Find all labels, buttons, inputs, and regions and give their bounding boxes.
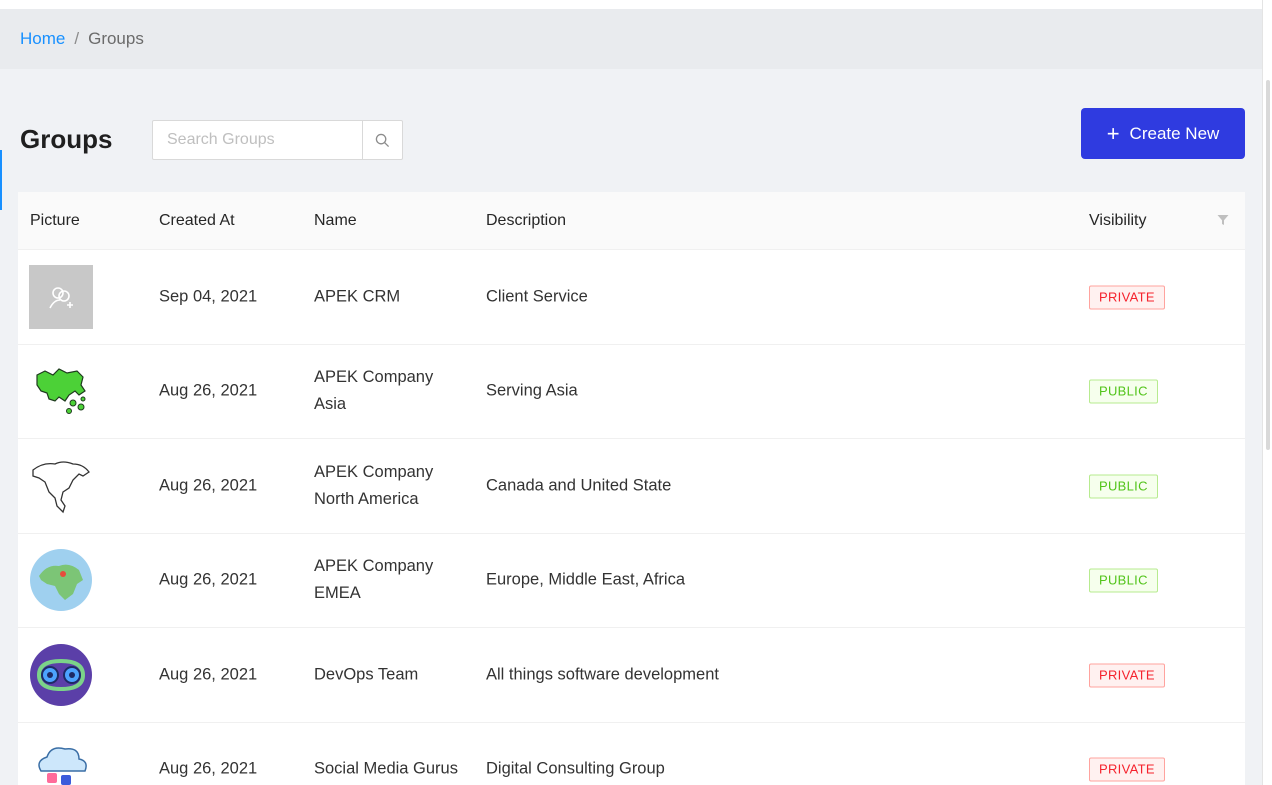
group-picture [29, 264, 93, 329]
breadcrumb-separator: / [74, 29, 80, 48]
group-picture [29, 737, 93, 785]
column-picture: Picture [30, 212, 80, 229]
scrollbar-thumb[interactable] [1266, 80, 1270, 450]
breadcrumb-home-link[interactable]: Home [20, 29, 65, 49]
group-picture [29, 643, 93, 707]
group-name: Social Media Gurus [314, 759, 458, 778]
social-cloud-image [38, 747, 87, 785]
emea-globe-image [30, 549, 92, 612]
group-description: Canada and United State [486, 476, 672, 495]
breadcrumb-current: Groups [88, 29, 144, 48]
north-america-map-image [32, 461, 90, 513]
top-strip [0, 0, 1272, 9]
default-group-icon [29, 264, 93, 329]
search-box [152, 120, 403, 160]
group-name: APEK Company EMEA [314, 557, 434, 603]
visibility-cell: PUBLIC [1089, 378, 1158, 405]
created-at: Aug 26, 2021 [159, 476, 258, 495]
page-scrollbar[interactable] [1262, 0, 1272, 785]
devops-gears-image [30, 643, 92, 706]
column-created-at[interactable]: Created At [159, 212, 235, 230]
breadcrumb: Home / Groups [0, 9, 1262, 69]
table-row[interactable]: Aug 26, 2021 APEK Company North America … [18, 439, 1245, 534]
created-at: Aug 26, 2021 [159, 570, 258, 589]
visibility-cell: PRIVATE [1089, 661, 1165, 688]
visibility-badge: PRIVATE [1089, 757, 1165, 782]
created-at: Aug 26, 2021 [159, 759, 258, 778]
group-picture [29, 548, 93, 612]
group-picture [29, 454, 93, 518]
visibility-badge: PRIVATE [1089, 285, 1165, 310]
table-row[interactable]: Aug 26, 2021 APEK Company EMEA Europe, M… [18, 534, 1245, 628]
page-title: Groups [20, 124, 113, 154]
column-visibility: Visibility [1089, 212, 1147, 229]
group-description: Client Service [486, 287, 588, 306]
active-indicator [0, 150, 2, 210]
visibility-badge: PRIVATE [1089, 663, 1165, 688]
plus-icon: + [1106, 120, 1120, 146]
visibility-cell: PRIVATE [1089, 283, 1165, 310]
filter-icon[interactable] [1217, 214, 1229, 226]
group-name: APEK CRM [314, 287, 401, 306]
create-new-button[interactable]: + Create New [1081, 108, 1245, 159]
search-input[interactable] [153, 121, 362, 159]
table-row[interactable]: Aug 26, 2021 Social Media Gurus Digital … [18, 723, 1245, 785]
visibility-cell: PUBLIC [1089, 472, 1158, 499]
visibility-badge: PUBLIC [1089, 568, 1158, 593]
create-new-label: Create New [1129, 123, 1220, 143]
group-picture [29, 359, 93, 423]
search-icon [375, 133, 390, 147]
group-description: Digital Consulting Group [486, 759, 665, 778]
visibility-cell: PUBLIC [1089, 567, 1158, 594]
table-row[interactable]: Sep 04, 2021 APEK CRM Client Service PRI… [18, 250, 1245, 345]
visibility-cell: PRIVATE [1089, 756, 1165, 783]
group-description: Europe, Middle East, Africa [486, 570, 686, 589]
group-description: Serving Asia [486, 381, 578, 400]
table-row[interactable]: Aug 26, 2021 DevOps Team All things soft… [18, 628, 1245, 723]
visibility-badge: PUBLIC [1089, 474, 1158, 499]
search-button[interactable] [362, 121, 402, 159]
visibility-badge: PUBLIC [1089, 379, 1158, 404]
created-at: Sep 04, 2021 [159, 287, 258, 306]
group-name: APEK Company Asia [314, 368, 434, 414]
group-name: DevOps Team [314, 665, 419, 684]
created-at: Aug 26, 2021 [159, 665, 258, 684]
table-header: Picture Created At Name Description Visi… [18, 192, 1245, 250]
group-description: All things software development [486, 665, 719, 684]
table-row[interactable]: Aug 26, 2021 APEK Company Asia Serving A… [18, 345, 1245, 439]
group-name: APEK Company North America [314, 462, 434, 508]
asia-map-image [36, 368, 86, 415]
column-name[interactable]: Name [314, 212, 357, 230]
column-description: Description [486, 212, 567, 229]
groups-table: Picture Created At Name Description Visi… [18, 192, 1245, 785]
created-at: Aug 26, 2021 [159, 381, 258, 400]
